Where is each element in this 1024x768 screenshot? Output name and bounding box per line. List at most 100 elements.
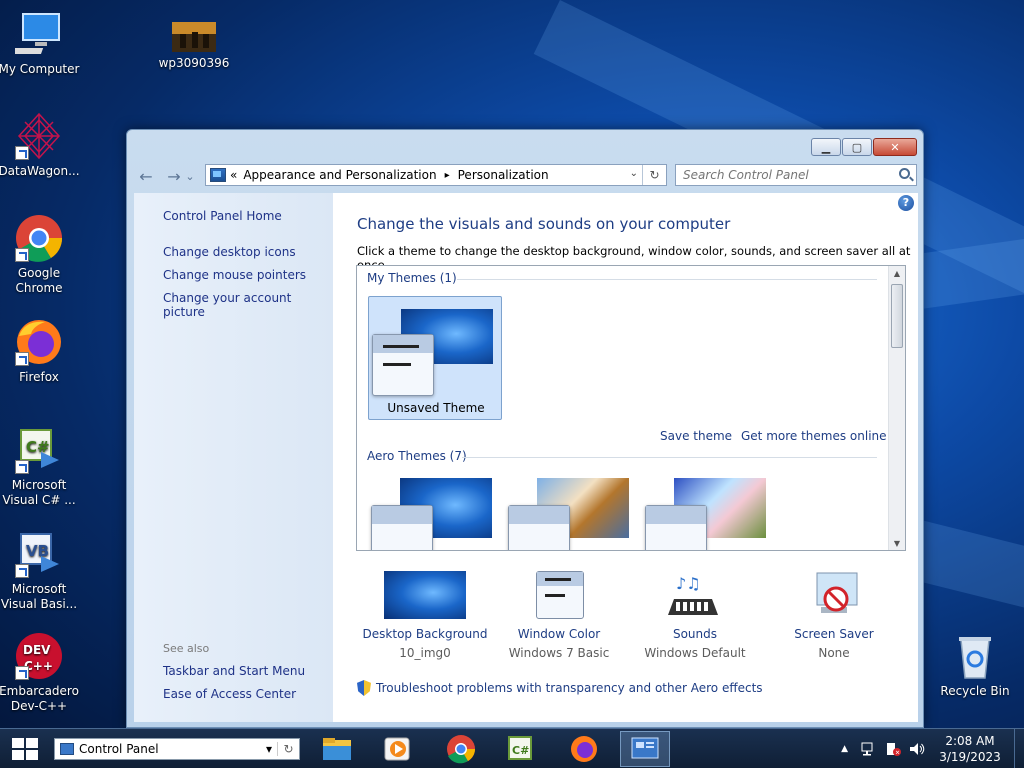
desktop-icon-firefox[interactable]: Firefox [0,318,84,385]
datawagon-icon [15,112,63,160]
close-button[interactable]: ✕ [873,138,917,156]
shortcut-arrow-icon [15,460,29,474]
desktop-background-option[interactable]: Desktop Background 10_img0 [355,571,495,660]
search-input[interactable] [676,165,886,185]
taskbar-visual-csharp[interactable]: C# [497,731,547,767]
shortcut-arrow-icon [15,146,29,160]
network-icon[interactable] [860,741,878,757]
screen-saver-label[interactable]: Screen Saver [764,627,904,641]
svg-text:♪♫: ♪♫ [676,574,701,593]
page-title: Change the visuals and sounds on your co… [357,215,731,233]
my-themes-heading: My Themes (1) [367,271,457,285]
maximize-button[interactable]: ▢ [842,138,872,156]
change-desktop-icons-link[interactable]: Change desktop icons [163,245,296,259]
clock-time: 2:08 AM [945,734,995,748]
breadcrumb-separator-icon[interactable]: ▸ [445,170,450,181]
theme-window-preview [371,505,433,550]
change-account-picture-link[interactable]: Change your account picture [163,291,333,319]
refresh-button[interactable]: ↻ [642,165,666,185]
minimize-button[interactable]: ▁ [811,138,841,156]
window-color-icon [518,571,600,621]
window-color-label[interactable]: Window Color [489,627,629,641]
taskbar-control-panel[interactable] [620,731,670,767]
computer-icon [8,10,63,58]
volume-icon[interactable] [908,741,926,757]
shortcut-arrow-icon [15,666,29,680]
scroll-up-icon[interactable]: ▲ [889,266,905,282]
clock[interactable]: 2:08 AM 3/19/2023 [930,733,1010,765]
ease-of-access-link[interactable]: Ease of Access Center [163,687,296,701]
desktop-icon-datawagon[interactable]: DataWagon... [0,112,84,179]
desktop-icon-wp3090396[interactable]: wp3090396 [149,22,239,71]
system-tray: ▲ ✕ 2:08 AM 3/19/2023 [841,729,1024,768]
desktop-icon-dev-cpp[interactable]: DEV C++ Embarcadero Dev-C++ [0,632,84,714]
control-panel-window: ▁ ▢ ✕ ← → ⌄ « Appearance and Personaliza… [126,129,924,728]
taskbar-start-menu-link[interactable]: Taskbar and Start Menu [163,664,305,678]
svg-text:✕: ✕ [895,750,900,757]
start-button[interactable] [12,738,40,760]
sounds-icon: ♪♫ [654,571,736,621]
get-more-themes-link[interactable]: Get more themes online [741,429,887,443]
back-button[interactable]: ← [135,166,157,188]
breadcrumb-appearance[interactable]: Appearance and Personalization [243,168,436,182]
desktop-icon-visual-basic[interactable]: VB Microsoft Visual Basi... [0,530,84,612]
sounds-label[interactable]: Sounds [625,627,765,641]
desktop-icon-my-computer[interactable]: My Computer [0,10,84,77]
taskbar-address-refresh-icon[interactable]: ↻ [277,742,299,756]
breadcrumb-personalization[interactable]: Personalization [458,168,549,182]
action-center-icon[interactable]: ✕ [884,741,902,757]
theme-aero-nature[interactable] [642,471,776,550]
help-icon[interactable]: ? [898,195,914,211]
theme-aero-architecture[interactable] [505,471,639,550]
shield-icon [357,680,371,696]
control-panel-icon [60,743,74,755]
forward-button[interactable]: → [163,166,185,188]
media-player-icon [384,737,410,761]
search-icon[interactable] [899,168,910,179]
chrome-icon [15,214,63,262]
dev-cpp-icon: DEV C++ [15,632,63,680]
divider [462,457,877,458]
window-color-option[interactable]: Window Color Windows 7 Basic [489,571,629,660]
theme-aero-windows[interactable] [368,471,502,550]
desktop-icon-google-chrome[interactable]: Google Chrome [0,214,84,296]
desktop-icon-visual-csharp[interactable]: C# Microsoft Visual C# ... [0,426,84,508]
themes-scrollbar[interactable]: ▲ ▼ [888,266,905,550]
show-desktop-button[interactable] [1014,729,1024,768]
troubleshoot-link[interactable]: Troubleshoot problems with transparency … [357,680,763,696]
shortcut-arrow-icon [15,352,29,366]
tray-expand-icon[interactable]: ▲ [841,744,848,754]
svg-text:C#: C# [26,438,50,456]
folder-icon [323,738,351,760]
theme-window-preview [508,505,570,550]
scroll-down-icon[interactable]: ▼ [889,536,905,550]
save-theme-link[interactable]: Save theme [660,429,732,443]
visual-csharp-icon: C# [15,426,63,474]
taskbar-media-player[interactable] [373,731,423,767]
windows-logo-icon [12,738,24,748]
breadcrumb-overflow[interactable]: « [230,168,237,182]
taskbar-address-toolbar[interactable]: Control Panel ▾ ↻ [54,738,300,760]
search-box[interactable] [675,164,917,186]
address-dropdown-icon[interactable]: ⌄ [630,168,638,179]
screen-saver-option[interactable]: Screen Saver None [764,571,904,660]
taskbar-address-value[interactable]: Control Panel [79,742,261,756]
firefox-icon [571,736,597,762]
scroll-thumb[interactable] [891,284,903,348]
desktop-background-label[interactable]: Desktop Background [355,627,495,641]
address-bar[interactable]: « Appearance and Personalization ▸ Perso… [205,164,667,186]
troubleshoot-label[interactable]: Troubleshoot problems with transparency … [376,681,763,695]
sounds-option[interactable]: ♪♫ Sounds Windows Default [625,571,765,660]
svg-text:C#: C# [512,744,529,757]
taskbar-file-explorer[interactable] [312,731,362,767]
change-mouse-pointers-link[interactable]: Change mouse pointers [163,268,306,282]
theme-unsaved[interactable]: Unsaved Theme [368,296,502,420]
visual-basic-icon: VB [15,530,63,578]
main-pane: ? Change the visuals and sounds on your … [333,193,918,722]
control-panel-home-link[interactable]: Control Panel Home [163,209,282,223]
taskbar-chrome[interactable] [436,731,486,767]
recent-pages-button[interactable]: ⌄ [183,166,197,188]
taskbar-firefox[interactable] [559,731,609,767]
desktop-icon-recycle-bin[interactable]: Recycle Bin [930,632,1020,699]
taskbar-address-dropdown-icon[interactable]: ▾ [261,742,277,756]
